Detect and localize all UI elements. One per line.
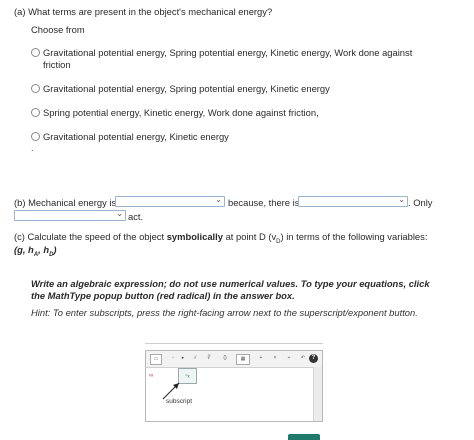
question-c-bold: symbolically	[166, 231, 223, 242]
radio-button-icon[interactable]	[31, 48, 40, 57]
radio-button-icon[interactable]	[31, 132, 40, 141]
option-4-label: Gravitational potential energy, Kinetic …	[43, 131, 229, 142]
question-c-text-2: at point D (v	[222, 231, 277, 242]
var-text-3: )	[53, 244, 57, 255]
sqrt-icon[interactable]: √	[190, 354, 200, 363]
instructions: Write an algebraic expression; do not us…	[31, 278, 430, 301]
subscript-label: subscript	[166, 398, 193, 405]
submit-button[interactable]	[288, 434, 320, 440]
question-c: (c) Calculate the speed of the object sy…	[14, 231, 464, 245]
choose-from-label: Choose from	[31, 24, 85, 35]
superscript-icon[interactable]: ▫	[168, 354, 178, 363]
subscript-arrow-icon[interactable]: ▸	[178, 354, 188, 363]
question-b-end: act.	[128, 211, 144, 222]
fraction-icon[interactable]: ▭	[150, 354, 162, 365]
act-select[interactable]: ⌄	[14, 209, 126, 221]
option-3-label: Spring potential energy, Kinetic energy,…	[43, 107, 319, 118]
option-3[interactable]: Spring potential energy, Kinetic energy,…	[31, 107, 441, 119]
option-4[interactable]: Gravitational potential energy, Kinetic …	[31, 131, 441, 143]
trailing-dot: .	[31, 143, 34, 153]
matrix-icon[interactable]: ▦	[236, 354, 250, 365]
option-1-label: Gravitational potential energy, Spring p…	[43, 47, 413, 70]
chevron-down-icon: ⌄	[116, 209, 123, 218]
force-type-select[interactable]: ⌄	[298, 195, 408, 207]
radio-button-icon[interactable]	[31, 108, 40, 117]
mathtype-icon[interactable]: ∞	[149, 373, 153, 379]
parentheses-icon[interactable]: ()	[220, 354, 230, 363]
question-b-suffix: . Only	[408, 197, 433, 208]
question-b-prefix: (b) Mechanical energy is	[14, 197, 117, 208]
hint: Hint: To enter subscripts, press the rig…	[31, 307, 418, 318]
editor-toolbar: ▭ ▫ ▸ √ ∛ () ▦ + × ÷ ↶ ?	[146, 351, 322, 368]
option-1[interactable]: Gravitational potential energy, Spring p…	[31, 47, 441, 71]
var-text-2: , h	[38, 244, 50, 255]
question-c-text-3: ) in terms of the following variables:	[280, 231, 428, 242]
help-icon[interactable]: ?	[309, 354, 318, 363]
chevron-down-icon: ⌄	[215, 195, 222, 204]
option-2[interactable]: Gravitational potential energy, Spring p…	[31, 83, 441, 95]
editor-scrollbar[interactable]	[313, 367, 322, 421]
question-b-middle: because, there is	[228, 197, 300, 208]
divide-icon[interactable]: ÷	[284, 354, 294, 363]
nth-root-icon[interactable]: ∛	[204, 354, 214, 363]
option-2-label: Gravitational potential energy, Spring p…	[43, 83, 330, 94]
plus-icon[interactable]: +	[256, 354, 266, 363]
chevron-down-icon: ⌄	[398, 195, 405, 204]
variables-list: (g, hA, hD)	[14, 244, 57, 258]
undo-icon[interactable]: ↶	[298, 354, 308, 363]
question-a: (a) What terms are present in the object…	[14, 6, 273, 17]
divider	[145, 343, 323, 344]
question-c-text: (c) Calculate the speed of the object	[14, 231, 167, 242]
radio-button-icon[interactable]	[31, 84, 40, 93]
energy-conservation-select[interactable]: ⌄	[115, 195, 225, 207]
times-icon[interactable]: ×	[270, 354, 280, 363]
var-text: (g, h	[14, 244, 34, 255]
